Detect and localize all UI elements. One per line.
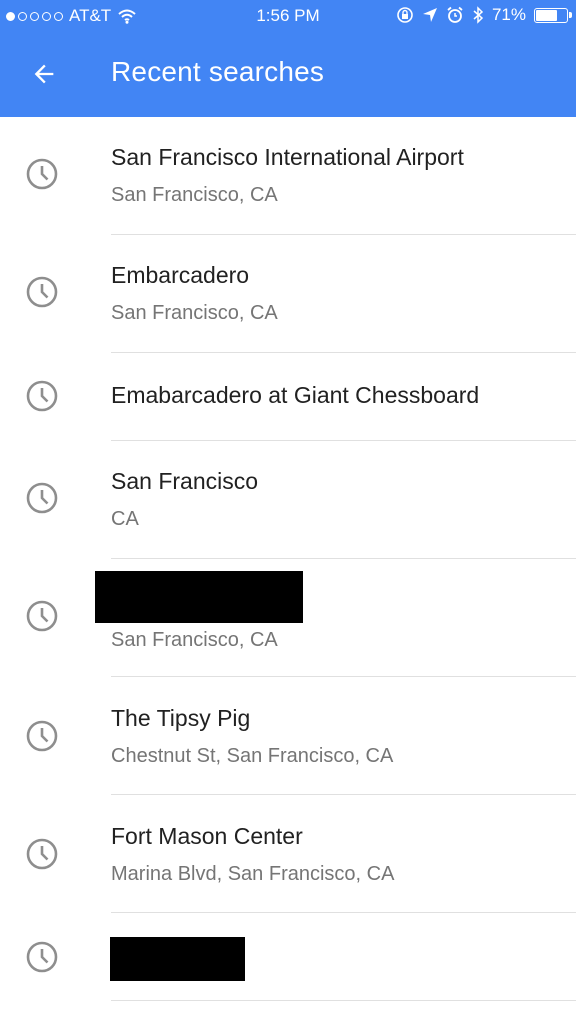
history-clock-icon	[26, 482, 58, 514]
history-clock-icon	[26, 276, 58, 308]
recent-searches-list: San Francisco International Airport San …	[0, 117, 576, 1001]
list-item-text: Fort Mason Center Marina Blvd, San Franc…	[111, 823, 576, 886]
list-item-text: Emabarcadero at Giant Chessboard	[111, 382, 576, 409]
history-clock-icon	[26, 720, 58, 752]
history-clock-icon	[26, 838, 58, 870]
app-bar: AT&T 1:56 PM 71% Recent searches	[0, 0, 576, 117]
alarm-icon	[447, 6, 463, 23]
history-clock-icon	[26, 941, 58, 973]
item-subtitle: San Francisco, CA	[111, 629, 278, 651]
list-item[interactable]: The Tipsy Pig Chestnut St, San Francisco…	[0, 677, 576, 795]
list-item-text: San Francisco, CA	[111, 629, 576, 652]
battery-percent: 71%	[491, 5, 526, 24]
item-subtitle: Marina Blvd, San Francisco, CA	[111, 863, 395, 885]
battery-icon	[534, 7, 572, 23]
history-clock-icon	[26, 158, 58, 190]
history-clock-icon	[26, 600, 58, 632]
item-title: Emabarcadero at Giant Chessboard	[111, 382, 480, 408]
recent-searches-screen: AT&T 1:56 PM 71% Recent searches San Fra…	[0, 0, 576, 1024]
list-item[interactable]: Fort Mason Center Marina Blvd, San Franc…	[0, 795, 576, 913]
redacted-title	[95, 571, 303, 623]
bluetooth-icon	[473, 6, 484, 24]
back-button[interactable]	[24, 54, 64, 94]
list-item[interactable]	[0, 913, 576, 1001]
item-title: Embarcadero	[111, 262, 250, 288]
page-title: Recent searches	[111, 56, 325, 87]
list-item-text: San Francisco International Airport San …	[111, 144, 576, 207]
list-item[interactable]: Emabarcadero at Giant Chessboard	[0, 353, 576, 441]
item-title: Fort Mason Center	[111, 823, 303, 849]
item-subtitle: San Francisco, CA	[111, 184, 278, 206]
redacted-title	[110, 937, 245, 981]
status-bar: AT&T 1:56 PM 71%	[0, 0, 576, 32]
list-item-text: Embarcadero San Francisco, CA	[111, 262, 576, 325]
item-title: San Francisco International Airport	[111, 144, 464, 170]
list-item[interactable]: San Francisco International Airport San …	[0, 117, 576, 235]
list-item[interactable]: San Francisco CA	[0, 441, 576, 559]
list-item-text: San Francisco CA	[111, 468, 576, 531]
divider	[111, 1000, 576, 1001]
item-subtitle: Chestnut St, San Francisco, CA	[111, 745, 394, 767]
arrow-back-icon	[34, 64, 54, 84]
location-arrow-icon	[422, 8, 437, 22]
item-subtitle: San Francisco, CA	[111, 302, 278, 324]
rotation-lock-icon	[397, 7, 413, 23]
status-right: 71%	[396, 5, 572, 25]
item-title: The Tipsy Pig	[111, 705, 251, 731]
history-clock-icon	[26, 380, 58, 412]
list-item[interactable]: Embarcadero San Francisco, CA	[0, 235, 576, 353]
item-subtitle: CA	[111, 508, 139, 530]
item-title: San Francisco	[111, 468, 259, 494]
list-item[interactable]: San Francisco, CA	[0, 559, 576, 677]
list-item-text: The Tipsy Pig Chestnut St, San Francisco…	[111, 705, 576, 768]
